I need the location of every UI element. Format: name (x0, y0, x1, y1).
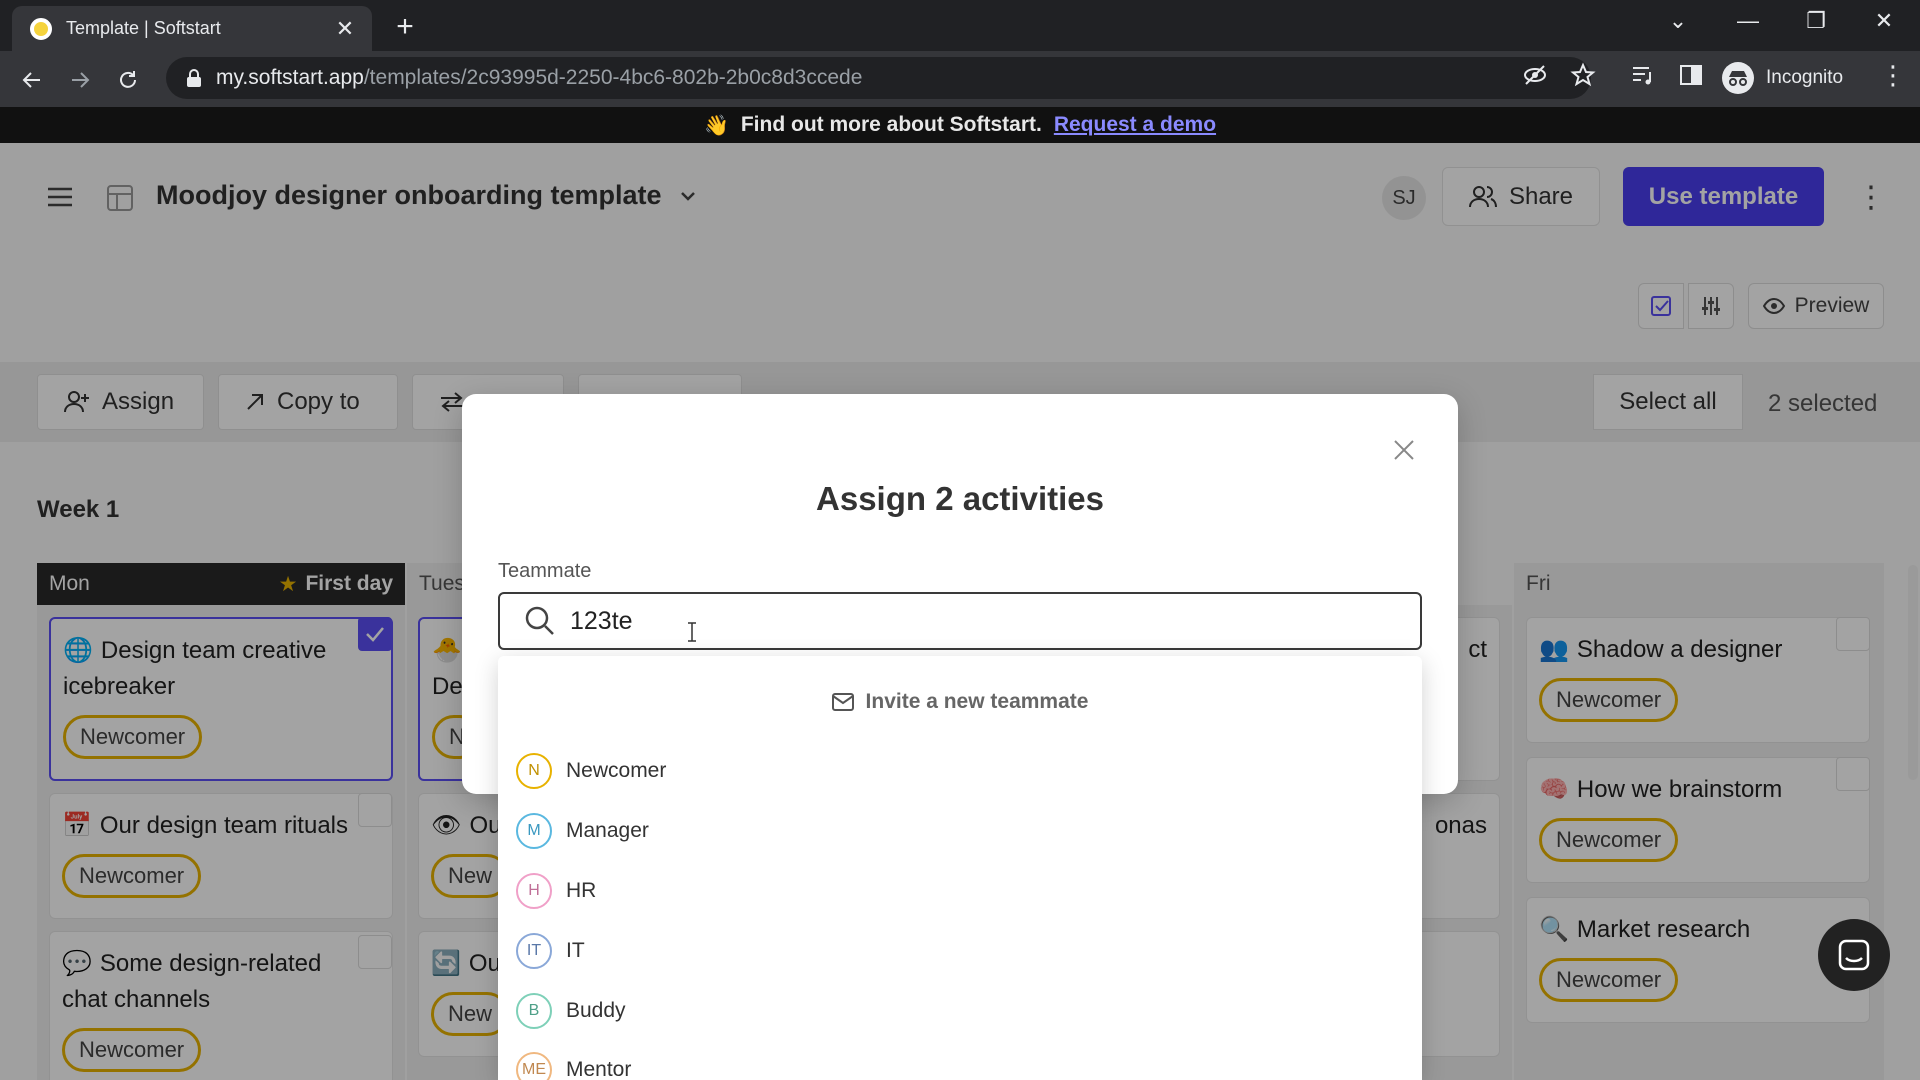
close-tab-icon[interactable]: ✕ (332, 16, 358, 42)
promo-banner: 👋 Find out more about Softstart. Request… (0, 107, 1920, 143)
role-label: Newcomer (566, 759, 667, 782)
tab-search-icon[interactable]: ⌄ (1660, 8, 1696, 34)
new-tab-button[interactable]: + (388, 10, 422, 44)
url-domain: my.softstart.app (216, 66, 364, 89)
teammate-option-mentor[interactable]: ME Mentor (516, 1050, 631, 1080)
url-path: /templates/2c93995d-2250-4bc6-802b-2b0c8… (363, 66, 863, 89)
envelope-icon (831, 693, 854, 711)
teammate-option-it[interactable]: IT IT (516, 931, 585, 971)
teammate-search-field[interactable] (498, 592, 1422, 650)
restore-window-button[interactable]: ❐ (1798, 8, 1834, 34)
support-chat-button[interactable] (1818, 919, 1890, 991)
incognito-icon (1722, 62, 1754, 94)
reload-icon[interactable] (110, 62, 146, 98)
role-initials: N (516, 753, 552, 789)
back-icon[interactable] (14, 62, 50, 98)
search-icon (524, 605, 556, 637)
role-label: IT (566, 939, 585, 962)
bookmark-star-icon[interactable] (1570, 62, 1596, 88)
browser-tab-title: Template | Softstart (66, 18, 221, 38)
role-label: HR (566, 879, 597, 902)
role-label: Manager (566, 819, 649, 842)
side-panel-icon[interactable] (1678, 62, 1704, 88)
lock-icon (186, 69, 202, 87)
role-label: Buddy (566, 999, 626, 1022)
chat-launcher-icon (1837, 938, 1871, 972)
teammate-option-buddy[interactable]: B Buddy (516, 991, 626, 1031)
incognito-label: Incognito (1766, 67, 1844, 88)
teammate-dropdown (498, 656, 1422, 1080)
media-control-icon[interactable] (1630, 62, 1656, 88)
forward-icon[interactable] (62, 62, 98, 98)
banner-text: Find out more about Softstart. (740, 113, 1042, 136)
close-window-button[interactable]: ✕ (1866, 8, 1902, 34)
waving-hand-icon: 👋 (703, 114, 729, 137)
role-initials: IT (516, 933, 552, 969)
minimize-window-button[interactable]: — (1730, 8, 1766, 34)
modal-title: Assign 2 activities (816, 480, 1104, 517)
incognito-indicator[interactable]: Incognito (1722, 59, 1843, 97)
request-demo-link[interactable]: Request a demo (1054, 113, 1216, 137)
invite-teammate-option[interactable]: Invite a new teammate (498, 690, 1422, 714)
browser-menu-icon[interactable]: ⋮ (1880, 60, 1906, 91)
softstart-favicon-icon (30, 17, 52, 40)
teammate-option-newcomer[interactable]: N Newcomer (516, 751, 666, 791)
invite-label: Invite a new teammate (865, 690, 1089, 713)
browser-tab[interactable]: Template | Softstart ✕ (12, 6, 372, 51)
role-initials: B (516, 993, 552, 1029)
tracking-protection-icon[interactable] (1522, 62, 1548, 88)
role-initials: H (516, 873, 552, 909)
teammate-option-hr[interactable]: H HR (516, 871, 596, 911)
address-bar[interactable]: my.softstart.app/templates/2c93995d-2250… (166, 57, 1591, 99)
text-cursor-icon (686, 622, 698, 642)
close-icon[interactable] (1386, 432, 1422, 468)
teammate-option-manager[interactable]: M Manager (516, 811, 649, 851)
role-label: Mentor (566, 1058, 632, 1080)
teammate-label: Teammate (498, 560, 592, 582)
role-initials: M (516, 813, 552, 849)
page-scrollbar[interactable] (1908, 565, 1918, 780)
role-initials: ME (516, 1052, 552, 1080)
